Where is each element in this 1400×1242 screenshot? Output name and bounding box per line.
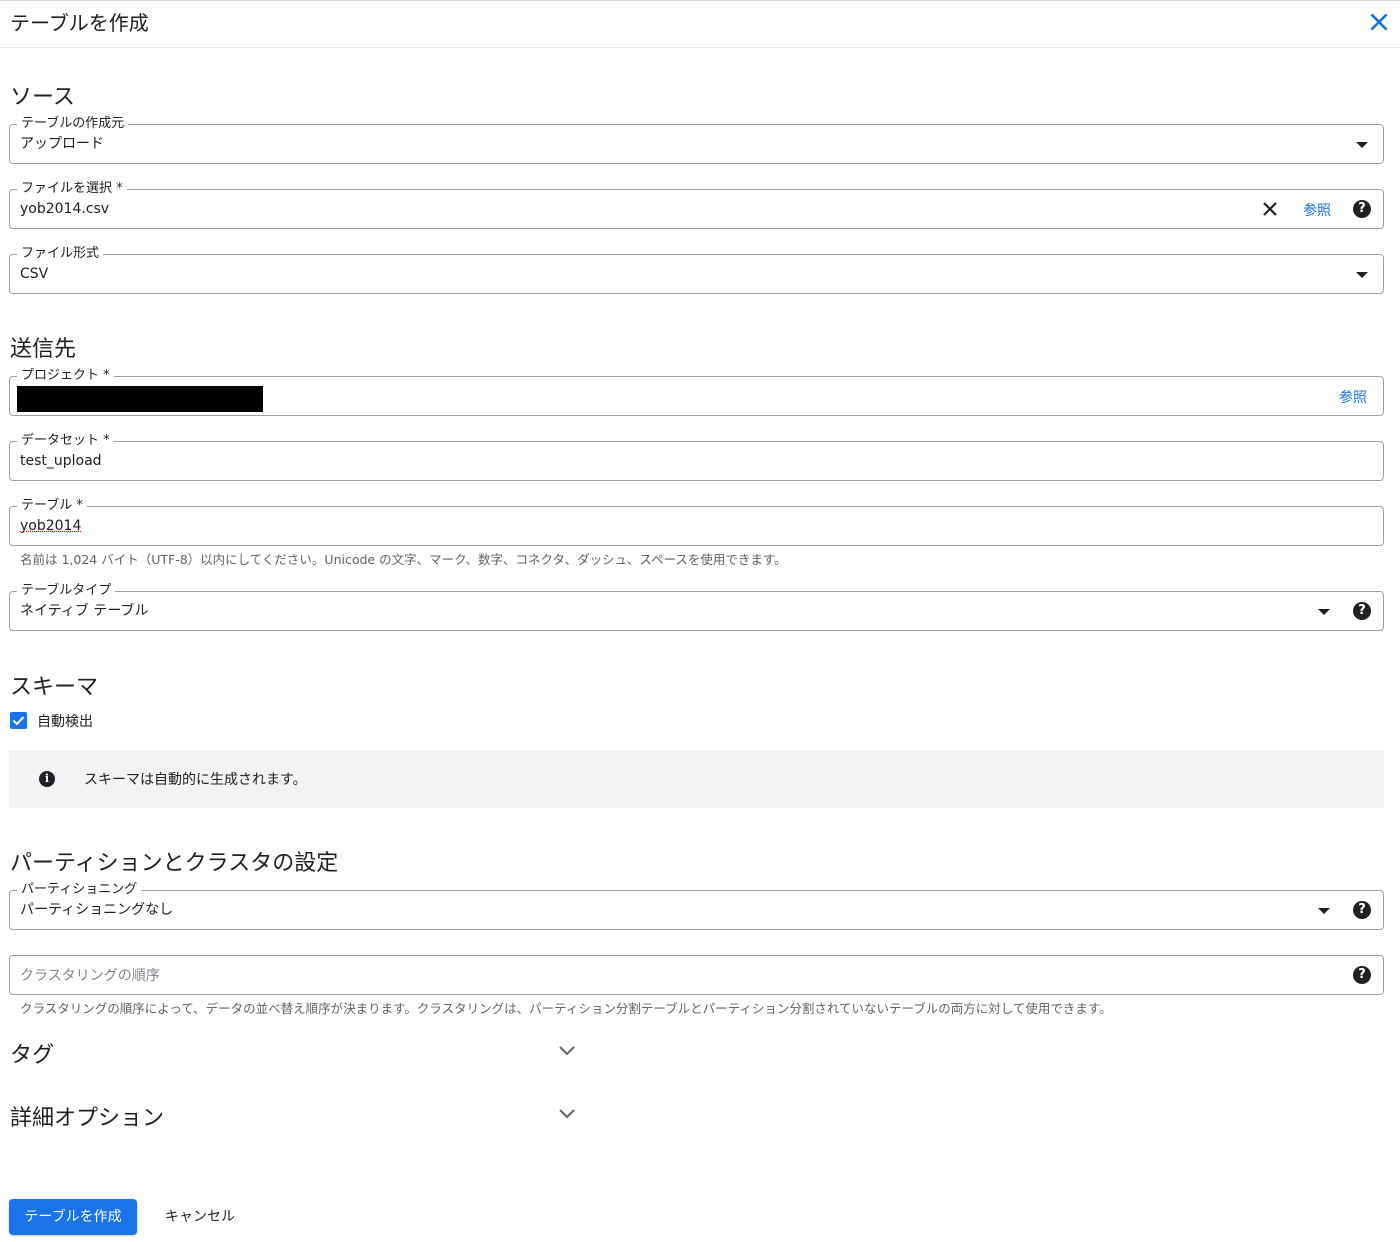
check-icon xyxy=(12,716,25,726)
help-icon[interactable]: ? xyxy=(1353,901,1371,919)
dialog-header: テーブルを作成 xyxy=(0,0,1400,48)
dataset-value: test_upload xyxy=(20,453,102,469)
section-title-source: ソース xyxy=(10,85,75,110)
redacted-project-value xyxy=(17,386,263,412)
clear-icon[interactable] xyxy=(1261,200,1279,218)
clustering-order-hint: クラスタリングの順序によって、データの並べ替え順序が決まります。クラスタリングは… xyxy=(20,1001,1112,1016)
file-format-value: CSV xyxy=(20,266,49,282)
section-title-schema: スキーマ xyxy=(10,675,99,700)
auto-detect-checkbox[interactable] xyxy=(10,712,27,729)
tags-title: タグ xyxy=(10,1043,55,1068)
chevron-down-icon xyxy=(559,1109,575,1119)
dialog-title: テーブルを作成 xyxy=(10,11,149,35)
advanced-options-expander[interactable]: 詳細オプション xyxy=(0,1096,590,1136)
file-format-label: ファイル形式 xyxy=(17,246,104,262)
clustering-order-placeholder: クラスタリングの順序 xyxy=(20,968,160,984)
file-select-label: ファイルを選択 * xyxy=(17,181,127,197)
dropdown-arrow-icon[interactable] xyxy=(1356,142,1368,148)
table-type-value: ネイティブ テーブル xyxy=(20,603,149,619)
file-browse-button[interactable]: 参照 xyxy=(1303,200,1331,220)
dropdown-arrow-icon[interactable] xyxy=(1318,908,1330,914)
cancel-button[interactable]: キャンセル xyxy=(152,1199,248,1235)
file-select-field[interactable]: ファイルを選択 * yob2014.csv 参照 ? xyxy=(9,181,1384,229)
close-icon[interactable] xyxy=(1366,9,1392,35)
file-select-value: yob2014.csv xyxy=(20,201,110,217)
table-type-label: テーブルタイプ xyxy=(17,583,116,599)
info-icon: i xyxy=(39,771,55,787)
partitioning-label: パーティショニング xyxy=(17,882,142,898)
create-table-button[interactable]: テーブルを作成 xyxy=(9,1199,137,1235)
project-browse-button[interactable]: 参照 xyxy=(1339,387,1367,407)
help-icon[interactable]: ? xyxy=(1353,200,1371,218)
dropdown-arrow-icon[interactable] xyxy=(1356,272,1368,278)
tags-expander[interactable]: タグ xyxy=(0,1033,590,1073)
section-title-destination: 送信先 xyxy=(10,337,77,362)
schema-info-box: i スキーマは自動的に生成されます。 xyxy=(9,750,1384,808)
create-from-label: テーブルの作成元 xyxy=(17,116,129,132)
dropdown-arrow-icon[interactable] xyxy=(1318,609,1330,615)
advanced-options-title: 詳細オプション xyxy=(10,1106,165,1131)
project-label: プロジェクト * xyxy=(17,368,114,384)
table-type-select[interactable]: テーブルタイプ ネイティブ テーブル ? xyxy=(9,583,1384,631)
file-format-select[interactable]: ファイル形式 CSV xyxy=(9,246,1384,294)
help-icon[interactable]: ? xyxy=(1353,966,1371,984)
dataset-label: データセット * xyxy=(17,433,114,449)
table-name-field[interactable]: テーブル * yob2014 xyxy=(9,498,1384,546)
schema-info-text: スキーマは自動的に生成されます。 xyxy=(84,772,307,788)
help-icon[interactable]: ? xyxy=(1353,602,1371,620)
table-name-label: テーブル * xyxy=(17,498,87,514)
partitioning-select[interactable]: パーティショニング パーティショニングなし ? xyxy=(9,882,1384,930)
table-name-hint: 名前は 1,024 バイト（UTF-8）以内にしてください。Unicode の文… xyxy=(20,552,787,567)
dataset-field[interactable]: データセット * test_upload xyxy=(9,433,1384,481)
chevron-down-icon xyxy=(559,1046,575,1056)
section-title-partition: パーティションとクラスタの設定 xyxy=(10,851,339,876)
auto-detect-label: 自動検出 xyxy=(37,714,93,730)
project-field[interactable]: プロジェクト * 参照 xyxy=(9,368,1384,416)
partitioning-value: パーティショニングなし xyxy=(20,902,174,918)
create-from-value: アップロード xyxy=(20,136,104,152)
create-from-select[interactable]: テーブルの作成元 アップロード xyxy=(9,116,1384,164)
table-name-value: yob2014 xyxy=(20,518,82,534)
clustering-order-input[interactable]: クラスタリングの順序 ? xyxy=(9,955,1384,995)
